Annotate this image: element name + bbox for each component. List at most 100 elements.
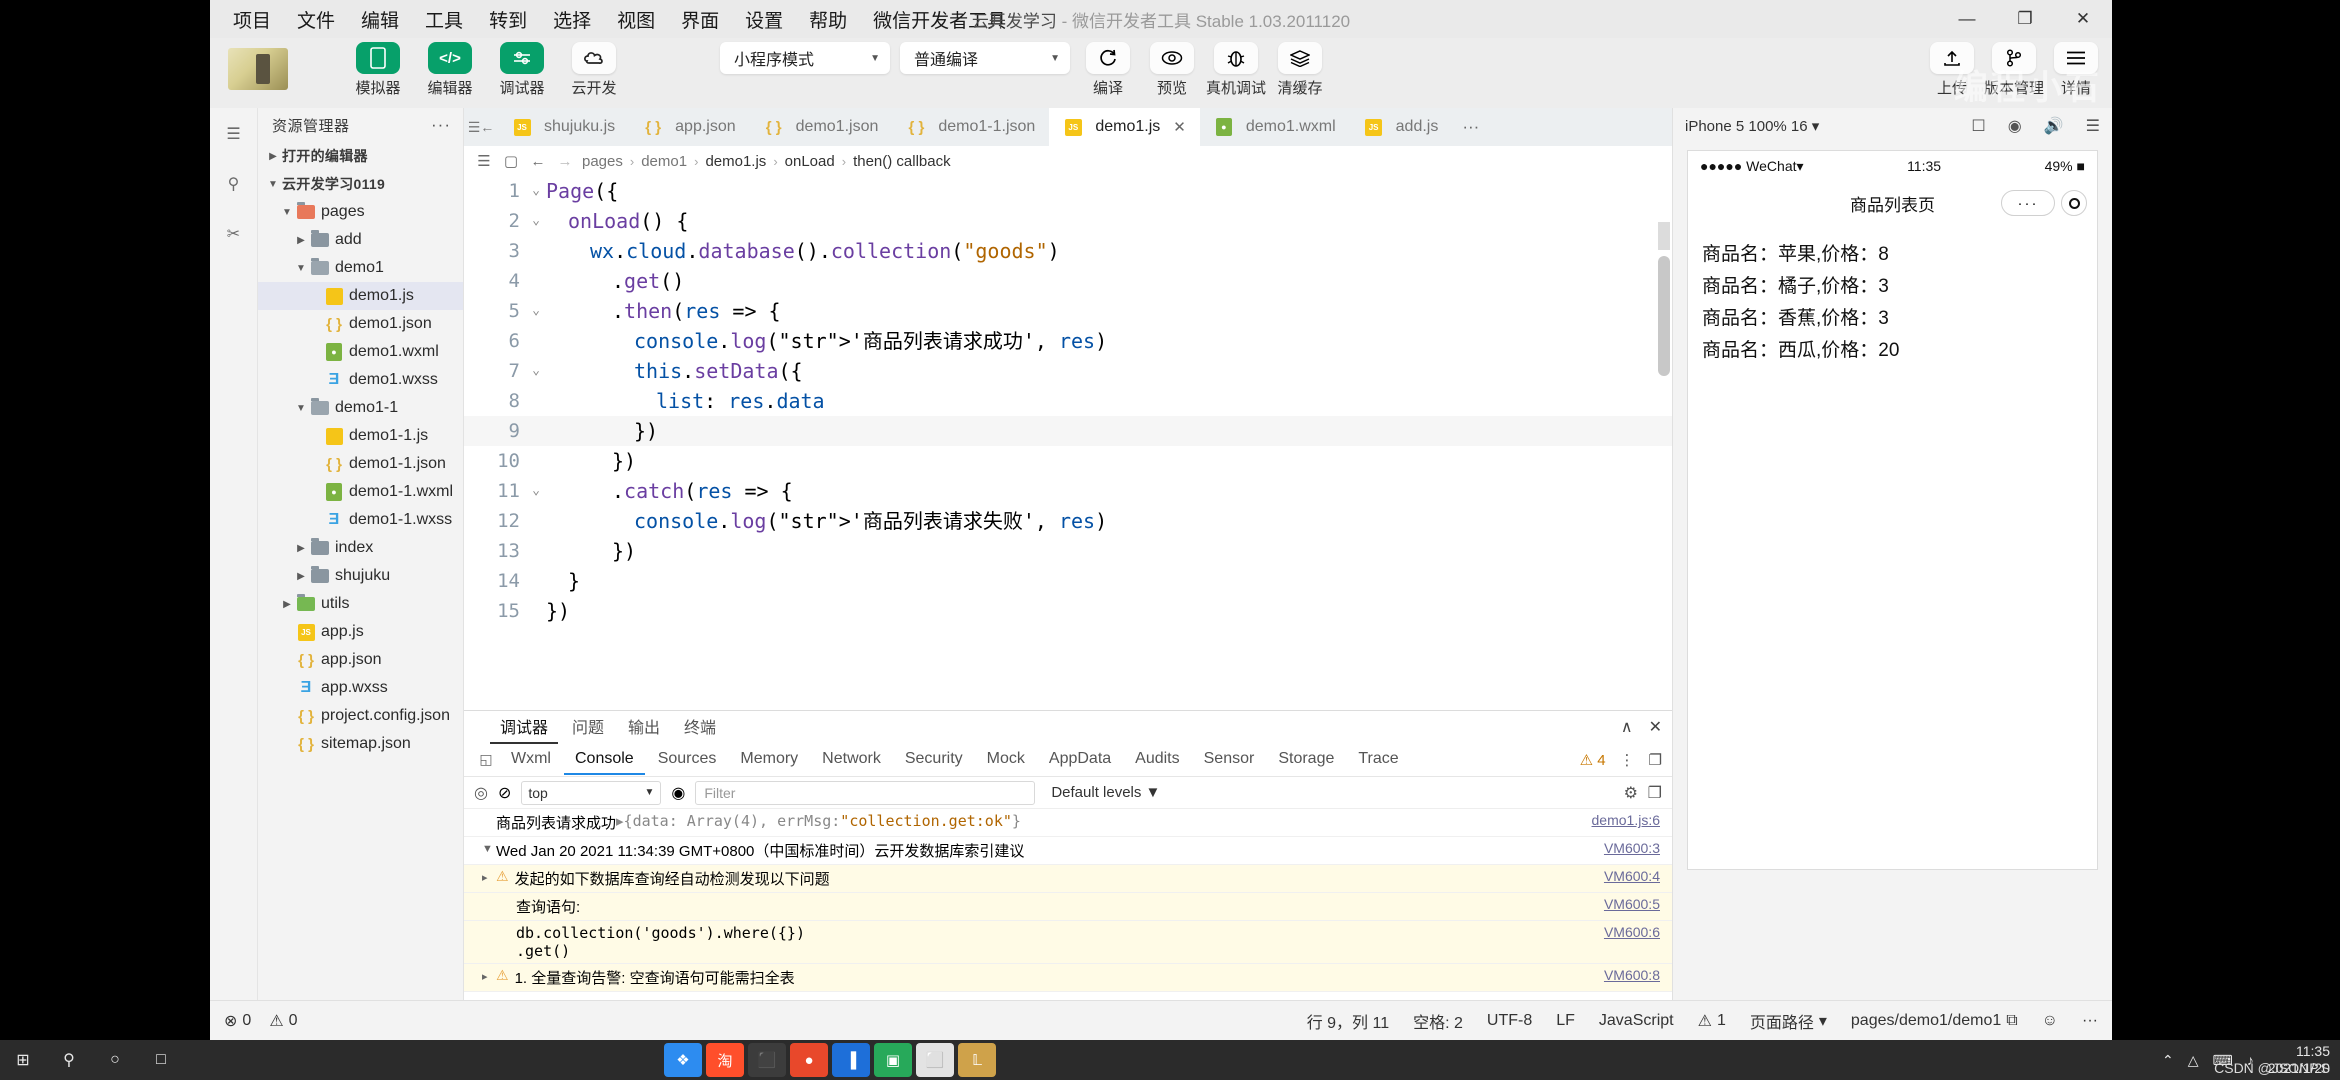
menu-item-9[interactable]: 帮助 [796,3,860,36]
fold-toggle-icon[interactable]: ⌄ [526,176,546,206]
tree-item-demo1-1.json[interactable]: ▶{ }demo1-1.json [258,450,463,478]
tree-item-app.wxss[interactable]: ▶Ǝapp.wxss [258,674,463,702]
tree-item-utils[interactable]: ▶ utils [258,590,463,618]
code-line-13[interactable]: 13}) [464,536,1672,566]
devtools-tab-storage[interactable]: Storage [1267,745,1345,775]
bookmark-icon[interactable]: ▢ [501,152,521,170]
task-view-icon[interactable]: □ [138,1040,184,1080]
log-levels-select[interactable]: Default levels ▼ [1051,784,1160,801]
console-log-row[interactable]: 查询语句: VM600:5 [464,893,1672,921]
editor-scrollbar[interactable] [1658,256,1670,376]
code-editor[interactable]: 1 ⌄ Page({2 ⌄ onLoad() {3 wx.cloud.database()… [464,176,1672,710]
inspect-element-icon[interactable]: ◱ [474,751,498,768]
code-line-4[interactable]: 4 .get() [464,266,1672,296]
tree-item-add[interactable]: ▶ add [258,226,463,254]
console-source-link[interactable]: VM600:5 [1604,896,1660,912]
console-log-row[interactable]: ▼ Wed Jan 20 2021 11:34:39 GMT+0800（中国标准时… [464,837,1672,865]
console-panel-调试器[interactable]: 调试器 [490,710,559,744]
code-line-7[interactable]: 7 ⌄ this.setData({ [464,356,1672,386]
record-icon[interactable]: ◉ [2008,116,2022,136]
devtools-tab-audits[interactable]: Audits [1124,745,1190,775]
devtools-tab-appdata[interactable]: AppData [1038,745,1122,775]
editor-tab-demo1-1.json[interactable]: { } demo1-1.json [892,108,1050,146]
clear-console-icon[interactable]: ◎ [474,783,488,803]
explorer-icon[interactable]: ☰ [218,118,250,150]
menu-item-5[interactable]: 选择 [540,3,604,36]
expand-toggle-icon[interactable] [482,896,496,899]
menu-item-6[interactable]: 视图 [604,3,668,36]
tree-item-demo1.js[interactable]: ▶demo1.js [258,282,463,310]
console-source-link[interactable]: VM600:4 [1604,868,1660,884]
expand-toggle-icon[interactable]: ▸ [482,868,496,884]
tree-item-demo1.json[interactable]: ▶{ }demo1.json [258,310,463,338]
devtools-tab-wxml[interactable]: Wxml [500,745,562,775]
cursor-position[interactable]: 行 9，列 11 [1307,1009,1389,1033]
fold-toggle-icon[interactable]: ⌄ [526,476,546,506]
fold-toggle-icon[interactable]: ⌄ [526,356,546,386]
tabs-overflow-icon[interactable]: ··· [1452,108,1489,146]
console-source-link[interactable]: demo1.js:6 [1592,812,1660,828]
toolbar-action-预览[interactable]: 预览 [1144,42,1200,98]
toolbar-button-编辑器[interactable]: </> 编辑器 [420,42,480,98]
tray-expand-icon[interactable]: ⌃ [2162,1052,2174,1069]
menu-item-1[interactable]: 文件 [284,3,348,36]
encoding-setting[interactable]: UTF-8 [1487,1012,1532,1030]
notifications-badge[interactable]: ⚠ 1 [1698,1011,1726,1031]
expand-toggle-icon[interactable]: ▼ [482,840,496,855]
code-line-5[interactable]: 5 ⌄ .then(res => { [464,296,1672,326]
taskbar-app-1[interactable]: 淘 [706,1043,744,1077]
tray-network-icon[interactable]: △ [2188,1052,2199,1069]
console-log-row[interactable]: 商品列表请求成功 ▸ {data: Array(4), errMsg: "col… [464,809,1672,837]
tree-item-index[interactable]: ▶ index [258,534,463,562]
tree-item-demo1.wxml[interactable]: ▶●demo1.wxml [258,338,463,366]
page-path-select[interactable]: 页面路径 ▾ [1750,1009,1827,1033]
tree-item-sitemap.json[interactable]: ▶{ }sitemap.json [258,730,463,758]
warning-badge[interactable]: ⚠ 4 [1580,751,1606,769]
search-icon[interactable]: ⚲ [46,1040,92,1080]
minimize-button[interactable]: — [1938,0,1996,38]
devtools-tab-network[interactable]: Network [811,745,892,775]
taskbar-app-0[interactable]: ❖ [664,1043,702,1077]
code-line-11[interactable]: 11 ⌄ .catch(res => { [464,476,1672,506]
taskbar-app-5[interactable]: ▣ [874,1043,912,1077]
devtools-tab-security[interactable]: Security [894,745,974,775]
menu-item-10[interactable]: 微信开发者工具 [860,3,1019,36]
devtools-tab-memory[interactable]: Memory [729,745,809,775]
breadcrumb-part-4[interactable]: then() callback [853,153,951,170]
breadcrumb-part-1[interactable]: demo1 [641,153,687,170]
taskbar-app-2[interactable]: ⬛ [748,1043,786,1077]
filter-input[interactable]: Filter [695,780,1036,805]
console-source-link[interactable]: VM600:3 [1604,840,1660,856]
ban-icon[interactable]: ⊘ [498,783,511,803]
menu-item-2[interactable]: 编辑 [348,3,412,36]
console-log-row[interactable]: ▸ ⚠ 1. 全量查询告警: 空查询语句可能需扫全表 VM600:8 [464,964,1672,992]
breadcrumb-part-0[interactable]: pages [582,153,623,170]
devtools-tab-mock[interactable]: Mock [976,745,1036,775]
code-line-14[interactable]: 14} [464,566,1672,596]
expand-toggle-icon[interactable]: ▸ [482,967,496,983]
collapse-icon[interactable]: ∧ [1621,717,1633,737]
toolbar-button-调试器[interactable]: 调试器 [492,42,552,98]
devtools-tab-trace[interactable]: Trace [1347,745,1409,775]
expand-toggle-icon[interactable] [482,924,496,927]
feedback-icon[interactable]: ☺ [2042,1012,2058,1030]
console-panel-输出[interactable]: 输出 [618,710,670,744]
cortana-icon[interactable]: ○ [92,1040,138,1080]
compile-select[interactable]: 普通编译 ▼ [900,42,1070,74]
outline-toggle-icon[interactable]: ☰ [474,152,494,170]
code-line-3[interactable]: 3 wx.cloud.database().collection("goods") [464,236,1672,266]
start-button[interactable]: ⊞ [0,1040,46,1080]
taskbar-app-7[interactable]: 𝕃 [958,1043,996,1077]
device-select[interactable]: iPhone 5 100% 16 ▾ [1685,117,1819,135]
taskbar-app-3[interactable]: ● [790,1043,828,1077]
open-editors-section[interactable]: ▶ 打开的编辑器 [258,142,463,170]
status-more-icon[interactable]: ··· [2082,1012,2098,1030]
code-line-1[interactable]: 1 ⌄ Page({ [464,176,1672,206]
indent-setting[interactable]: 空格: 2 [1413,1009,1463,1033]
code-line-6[interactable]: 6 console.log("str">'商品列表请求成功', res) [464,326,1672,356]
devtools-tab-sensor[interactable]: Sensor [1193,745,1266,775]
toolbar-action-清缓存[interactable]: 清缓存 [1272,42,1328,98]
eye-icon[interactable]: ◉ [671,783,685,803]
console-panel-终端[interactable]: 终端 [674,710,726,744]
close-icon[interactable]: ✕ [1173,118,1186,136]
